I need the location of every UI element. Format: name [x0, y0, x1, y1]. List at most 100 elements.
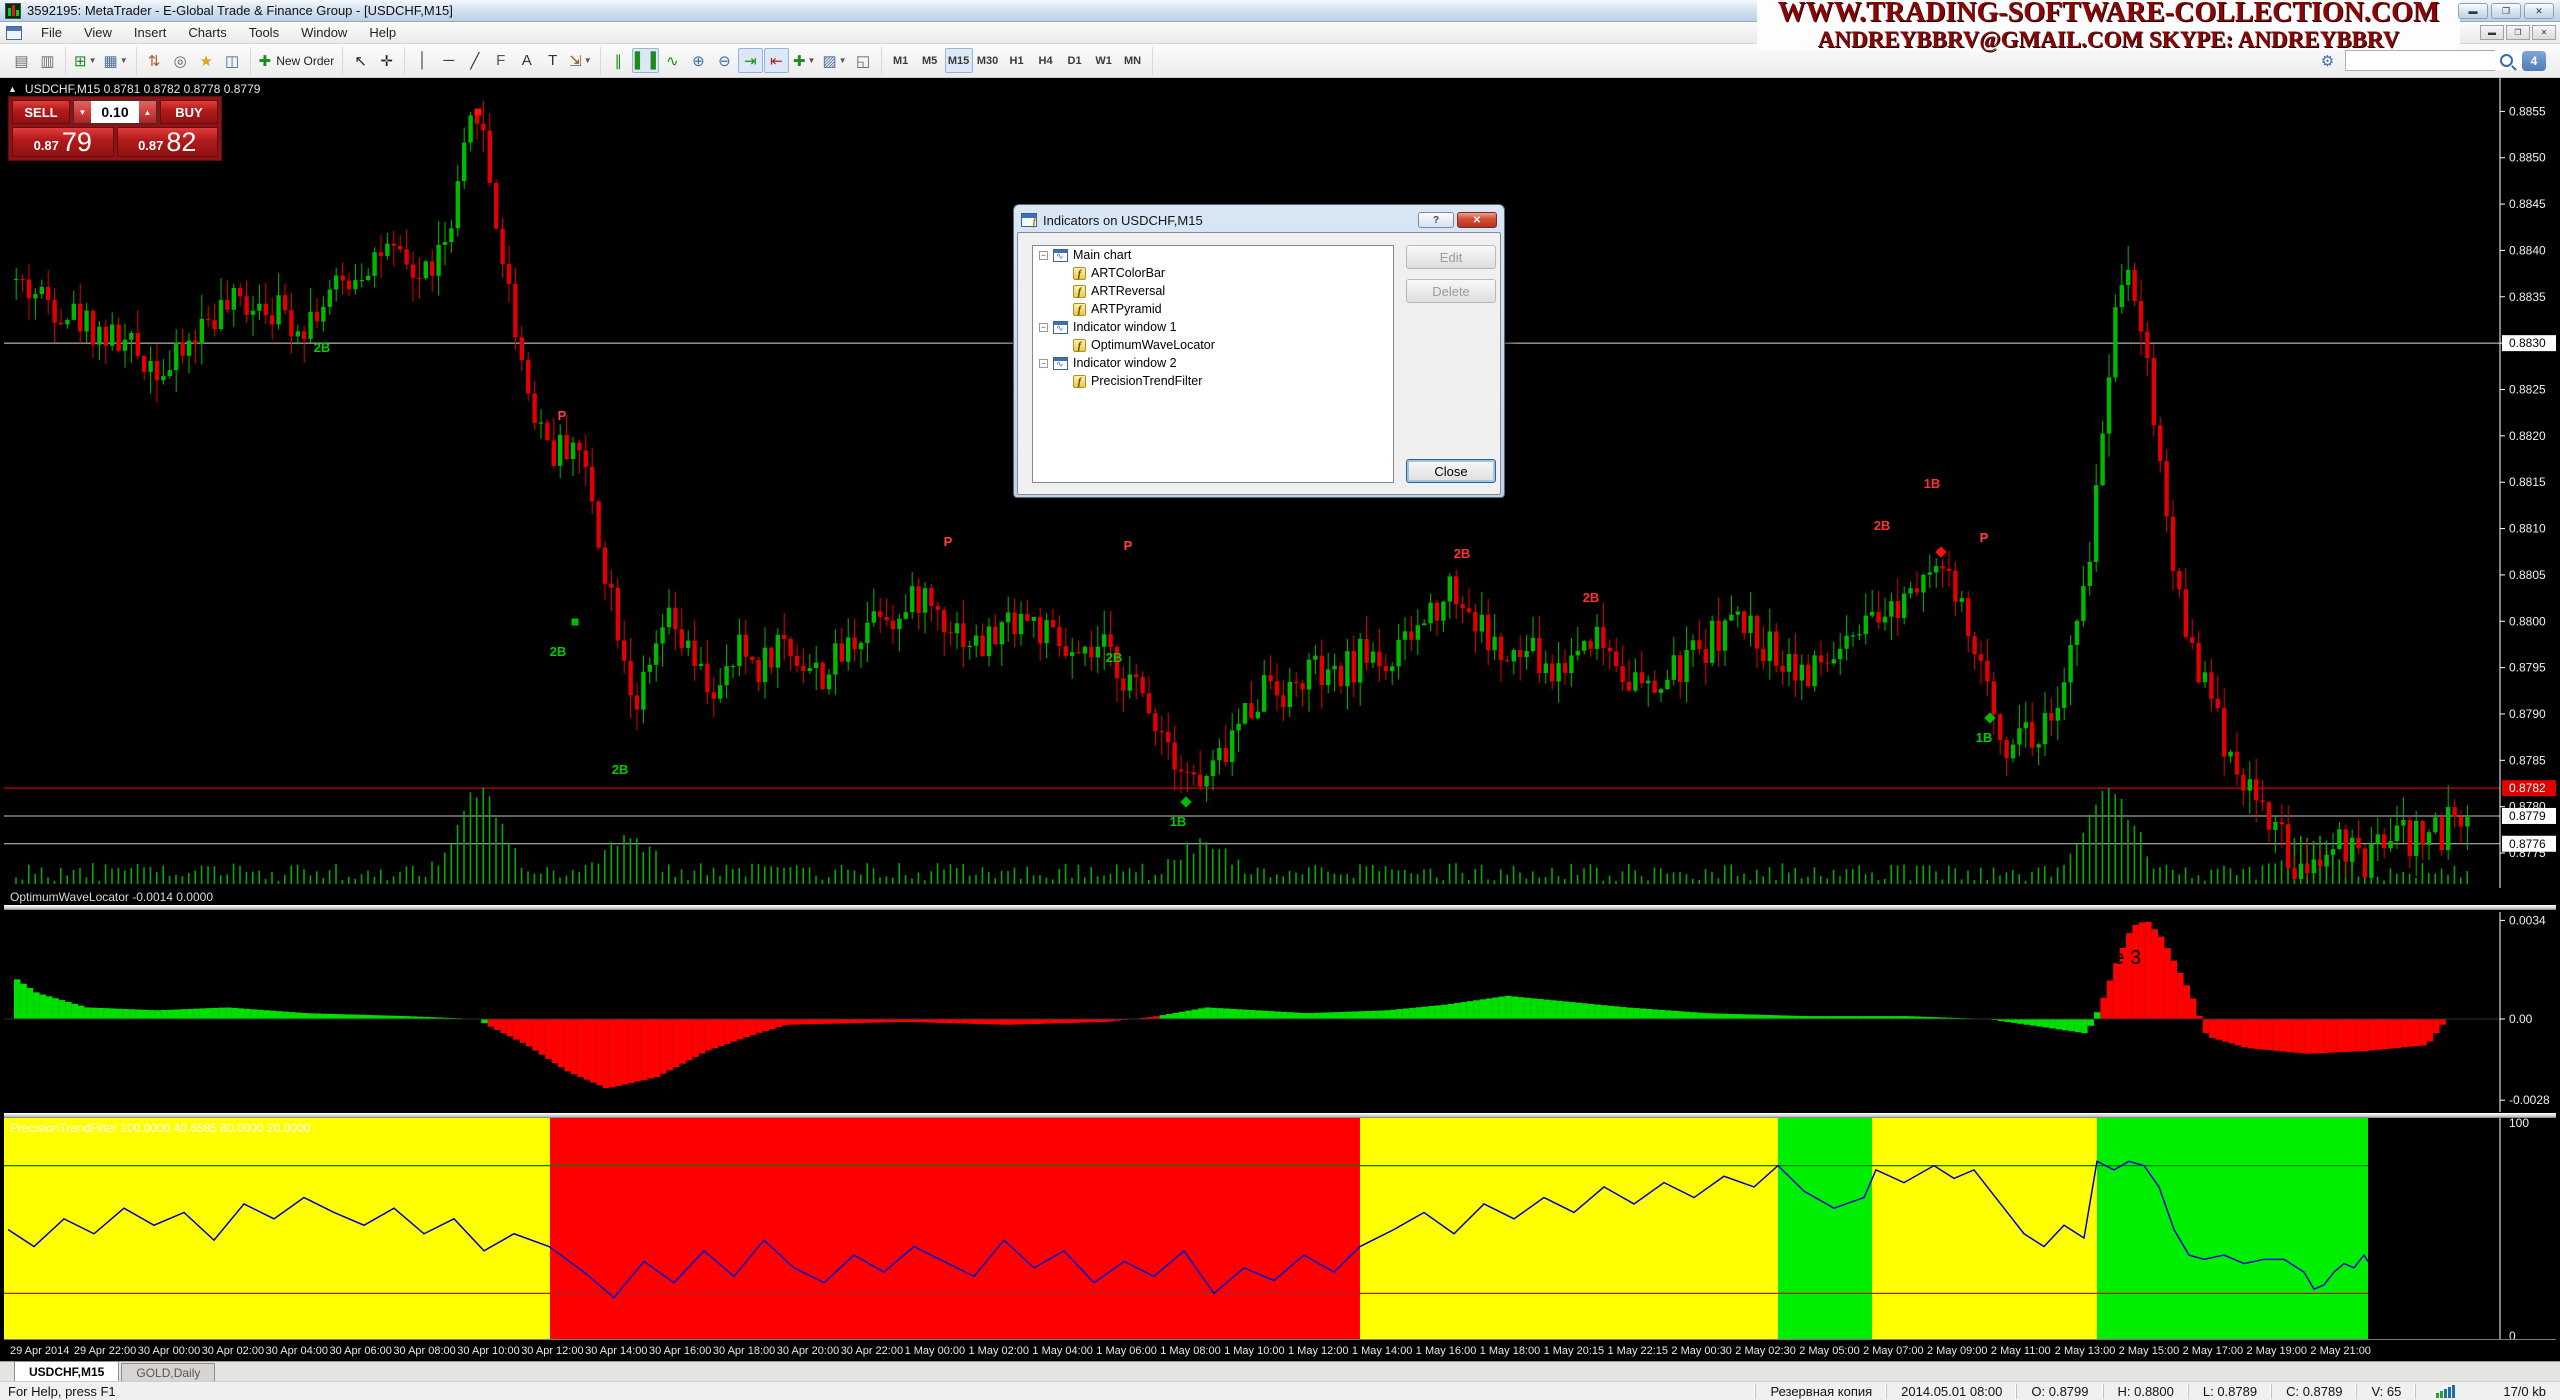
mdi-restore-button[interactable]: ❐: [2506, 25, 2530, 40]
chart-tab-gold-daily[interactable]: GOLD,Daily: [121, 1363, 215, 1381]
toolbar-cursor-icon[interactable]: ↖: [348, 48, 373, 73]
toolbar-strategy-tester-icon[interactable]: ◱: [851, 48, 876, 73]
collapse-arrow-icon[interactable]: ▲: [8, 84, 17, 94]
menu-view[interactable]: View: [73, 22, 123, 43]
tree-node[interactable]: −Main chart: [1033, 246, 1393, 264]
optimum-wave-locator-chart[interactable]: Wave 30.00340.00-0.0028: [4, 912, 2556, 1112]
toolbar-fibonacci-icon[interactable]: F: [488, 48, 513, 73]
volume-value[interactable]: 0.10: [91, 104, 139, 120]
close-button-dialog[interactable]: Close: [1406, 459, 1496, 483]
edit-button[interactable]: Edit: [1406, 245, 1496, 269]
svg-text:0.8830: 0.8830: [2509, 336, 2546, 350]
candlestick-icon: ▌▐: [635, 52, 656, 69]
collapse-box-icon[interactable]: −: [1039, 359, 1048, 368]
tree-node[interactable]: −Indicator window 1: [1033, 318, 1393, 336]
toolbar-crosshair-icon[interactable]: ✛: [374, 48, 399, 73]
toolbar-trendline-icon[interactable]: ╱: [462, 48, 487, 73]
time-axis[interactable]: 29 Apr 201429 Apr 22:0030 Apr 00:0030 Ap…: [4, 1339, 2556, 1361]
tree-indicator-artcolorbar[interactable]: fARTColorBar: [1033, 264, 1393, 282]
tree-indicator-precisiontrendfilter[interactable]: fPrecisionTrendFilter: [1033, 372, 1393, 390]
toolbar-vertical-line-icon[interactable]: │: [410, 48, 435, 73]
collapse-box-icon[interactable]: −: [1039, 251, 1048, 260]
signal-bars-icon: [2430, 1384, 2461, 1398]
toolbar-new-chart-icon[interactable]: ⊞▼: [71, 48, 100, 73]
status-help-text: For Help, press F1: [0, 1384, 116, 1399]
dialog-close-icon[interactable]: ✕: [1457, 212, 1497, 228]
timeframe-h4[interactable]: H4: [1032, 48, 1060, 73]
toolbar-print-icon[interactable]: ▤: [9, 48, 34, 73]
timeframe-h1[interactable]: H1: [1003, 48, 1031, 73]
toolbar-zoom-out-icon[interactable]: ⊖: [712, 48, 737, 73]
chart-tab-usdchf-m15[interactable]: USDCHF,M15: [14, 1361, 119, 1381]
new-order-label: New Order: [276, 54, 334, 68]
mdi-close-button[interactable]: ✕: [2532, 25, 2556, 40]
timeframe-w1[interactable]: W1: [1090, 48, 1118, 73]
volume-stepper: ▼ 0.10 ▲: [73, 100, 157, 124]
collapse-box-icon[interactable]: −: [1039, 323, 1048, 332]
restore-button[interactable]: ❐: [2491, 3, 2521, 19]
toolbar-templates-icon[interactable]: ▨▼: [819, 48, 849, 73]
toolbar-market-watch-icon[interactable]: ⇅: [142, 48, 167, 73]
tree-indicator-optimumwavelocator[interactable]: fOptimumWaveLocator: [1033, 336, 1393, 354]
toolbar-print-preview-icon[interactable]: ▥: [35, 48, 60, 73]
toolbar-chart-shift-icon[interactable]: ⇤: [764, 48, 789, 73]
delete-button[interactable]: Delete: [1406, 279, 1496, 303]
timeframe-m15[interactable]: M15: [945, 48, 973, 73]
menu-charts[interactable]: Charts: [177, 22, 237, 43]
indicators-tree[interactable]: −Main chartfARTColorBarfARTReversalfARTP…: [1032, 245, 1394, 483]
trend-zone-green: [2097, 1118, 2368, 1339]
close-button[interactable]: ✕: [2524, 3, 2554, 19]
volume-down-icon[interactable]: ▼: [74, 101, 91, 123]
toolbar-new-order-icon[interactable]: ✚New Order: [256, 48, 338, 73]
time-label: 30 Apr 20:00: [777, 1345, 839, 1357]
toolbar-favorites-icon[interactable]: ★: [194, 48, 219, 73]
tree-indicator-artpyramid[interactable]: fARTPyramid: [1033, 300, 1393, 318]
buy-price-button[interactable]: 0.87 82: [117, 127, 219, 157]
toolbar-indicators-icon[interactable]: ✚▼: [790, 48, 819, 73]
toolbar-data-window-icon[interactable]: ◫: [220, 48, 245, 73]
toolbar-profiles-icon[interactable]: ▦▼: [101, 48, 131, 73]
timeframe-m30[interactable]: M30: [974, 48, 1002, 73]
window-separator-2[interactable]: [4, 1113, 2556, 1118]
wave3-annotation: Wave 3: [2074, 947, 2141, 969]
timeframe-m1[interactable]: M1: [887, 48, 915, 73]
mdi-minimize-button[interactable]: ▬: [2480, 25, 2504, 40]
sell-button[interactable]: SELL: [12, 100, 70, 124]
menu-insert[interactable]: Insert: [123, 22, 178, 43]
toolbar-navigator-icon[interactable]: ◎: [168, 48, 193, 73]
toolbar-label-icon[interactable]: T: [540, 48, 565, 73]
chart-window-icon: [6, 26, 22, 40]
precision-trend-filter-chart[interactable]: 1000: [4, 1118, 2556, 1339]
timeframe-mn[interactable]: MN: [1119, 48, 1147, 73]
toolbar-auto-scroll-icon[interactable]: ⇥: [738, 48, 763, 73]
toolbar-text-icon[interactable]: A: [514, 48, 539, 73]
status-close: C: 0.8789: [2271, 1384, 2356, 1399]
tree-indicator-artreversal[interactable]: fARTReversal: [1033, 282, 1393, 300]
menu-window[interactable]: Window: [290, 22, 358, 43]
tree-node[interactable]: −Indicator window 2: [1033, 354, 1393, 372]
dialog-title-bar[interactable]: Indicators on USDCHF,M15 ? ✕: [1017, 208, 1501, 232]
menu-file[interactable]: File: [30, 22, 73, 43]
indicators-icon: ✚: [793, 52, 806, 70]
dialog-help-button[interactable]: ?: [1418, 212, 1454, 228]
menu-help[interactable]: Help: [358, 22, 407, 43]
chat-icon[interactable]: 4: [2522, 51, 2546, 71]
search-input[interactable]: [2346, 51, 2523, 70]
timeframe-m5[interactable]: M5: [916, 48, 944, 73]
search-icon[interactable]: [2500, 54, 2513, 67]
window-separator-1[interactable]: [4, 905, 2556, 910]
timeframe-d1[interactable]: D1: [1061, 48, 1089, 73]
toolbar-arrows-icon[interactable]: ⇲▼: [566, 48, 595, 73]
toolbar-bar-chart-icon[interactable]: ∥: [606, 48, 631, 73]
toolbar-line-chart-icon[interactable]: ∿: [660, 48, 685, 73]
data-window-icon: ◫: [225, 52, 239, 70]
ohlc-text: USDCHF,M15 0.8781 0.8782 0.8778 0.8779: [25, 82, 261, 96]
menu-tools[interactable]: Tools: [238, 22, 290, 43]
buy-button[interactable]: BUY: [160, 100, 218, 124]
sell-price-button[interactable]: 0.87 79: [12, 127, 114, 157]
toolbar-zoom-in-icon[interactable]: ⊕: [686, 48, 711, 73]
volume-up-icon[interactable]: ▲: [139, 101, 156, 123]
toolbar-candlestick-icon[interactable]: ▌▐: [632, 48, 659, 73]
minimize-button[interactable]: ▬: [2458, 3, 2488, 19]
toolbar-horizontal-line-icon[interactable]: ─: [436, 48, 461, 73]
